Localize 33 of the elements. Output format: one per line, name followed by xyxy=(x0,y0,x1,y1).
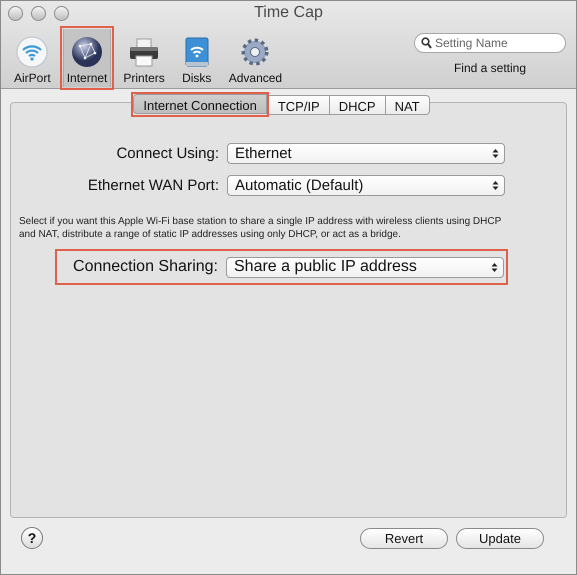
window-control[interactable] xyxy=(54,6,69,21)
tab[interactable]: DHCP xyxy=(330,94,386,114)
tab[interactable]: Internet Connection xyxy=(133,94,267,114)
stepper-icon xyxy=(492,148,499,158)
window-control[interactable] xyxy=(31,6,46,21)
toolbar-item[interactable]: Internet xyxy=(62,29,112,87)
gear-icon xyxy=(239,36,272,68)
help-button[interactable]: ? xyxy=(21,527,43,549)
wifi-icon xyxy=(16,36,48,68)
stepper-icon xyxy=(491,262,498,272)
globe-icon xyxy=(71,36,104,68)
popup-menu[interactable]: Share a public IP address xyxy=(226,256,504,278)
field-label: Connect Using: xyxy=(115,144,219,162)
tab[interactable]: NAT xyxy=(386,94,430,114)
printer-icon xyxy=(128,36,160,68)
toolbar-item[interactable]: Advanced xyxy=(224,29,286,87)
search-field[interactable]: Setting Name xyxy=(414,33,566,53)
description-text: Select if you want this Apple Wi-Fi base station to share a single IP address with wireless clients using DHCP and NAT, distribute a range of static IP addresses using only DHCP, or act as a bridge. xyxy=(18,215,502,241)
search-icon xyxy=(421,37,432,49)
window-control[interactable] xyxy=(8,6,23,21)
search-caption: Find a setting xyxy=(454,61,526,75)
tab[interactable]: TCP/IP xyxy=(268,94,330,114)
action-button[interactable]: Update xyxy=(456,528,544,548)
window-title: Time Cap xyxy=(254,4,323,23)
action-button[interactable]: Revert xyxy=(360,528,448,548)
popup-menu[interactable]: Automatic (Default) xyxy=(227,174,505,196)
stepper-icon xyxy=(492,180,499,190)
toolbar-item[interactable]: AirPort xyxy=(10,29,55,87)
field-label: Ethernet WAN Port: xyxy=(86,176,219,194)
popup-menu[interactable]: Ethernet xyxy=(227,142,505,164)
toolbar-item[interactable]: Disks xyxy=(176,29,217,87)
toolbar-item[interactable]: Printers xyxy=(119,29,169,87)
field-label: Connection Sharing: xyxy=(72,258,218,276)
